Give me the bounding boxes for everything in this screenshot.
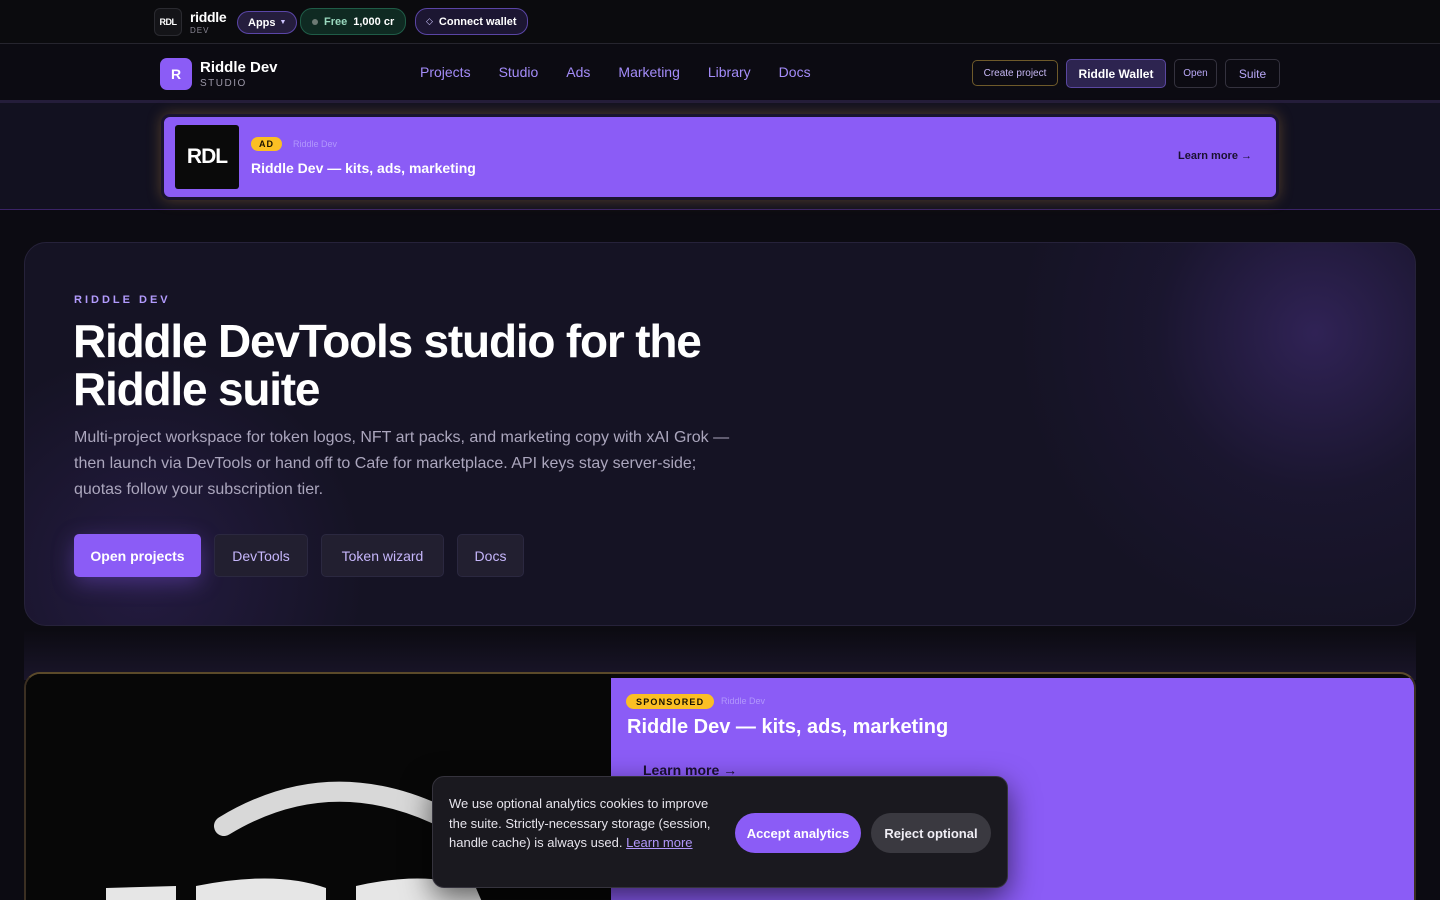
connect-wallet-label: Connect wallet	[438, 15, 517, 28]
hero-title: Riddle DevTools studio for the Riddle su…	[73, 315, 702, 415]
sponsored-title: Riddle Dev — kits, ads, marketing	[627, 716, 949, 738]
cookie-banner: We use optional analytics cookies to imp…	[432, 776, 1008, 888]
app-subtitle: STUDIO	[200, 78, 247, 89]
credits-badge[interactable]: Free 1,000 cr	[300, 8, 407, 35]
suite-brand-name: riddle	[190, 8, 227, 25]
suite-brand[interactable]: RDL riddle DEV	[154, 8, 227, 36]
nav-link-studio[interactable]: Studio	[499, 64, 539, 80]
app-logo[interactable]: R	[160, 58, 192, 90]
suite-brand-sub: DEV	[190, 25, 210, 35]
ad-banner[interactable]: RDL AD Riddle Dev Riddle Dev — kits, ads…	[161, 114, 1279, 200]
chevron-down-icon: ▼	[279, 19, 287, 26]
cookie-learn-more-link[interactable]: Learn more	[626, 835, 692, 850]
credits-plan-label: Free	[324, 15, 348, 28]
main-nav: R Riddle Dev STUDIO Projects Studio Ads …	[0, 45, 1440, 103]
nav-link-ads[interactable]: Ads	[566, 64, 590, 80]
open-button[interactable]: Open	[1174, 59, 1217, 88]
riddle-wallet-button[interactable]: Riddle Wallet	[1066, 59, 1166, 88]
connect-wallet-button[interactable]: ◇ Connect wallet	[415, 8, 528, 35]
hero-section: RIDDLE DEV Riddle DevTools studio for th…	[24, 242, 1416, 626]
token-wizard-button[interactable]: Token wizard	[321, 534, 444, 577]
ad-title: Riddle Dev — kits, ads, marketing	[251, 160, 476, 176]
open-projects-button[interactable]: Open projects	[74, 534, 201, 577]
apps-dropdown[interactable]: Apps ▼	[237, 11, 298, 34]
ad-source: Riddle Dev	[293, 139, 338, 149]
reject-optional-button[interactable]: Reject optional	[871, 813, 991, 853]
hero-eyebrow: RIDDLE DEV	[74, 294, 171, 306]
create-project-button[interactable]: Create project	[972, 60, 1058, 86]
devtools-button[interactable]: DevTools	[214, 534, 308, 577]
nav-link-projects[interactable]: Projects	[420, 64, 471, 80]
ad-tag: AD	[251, 137, 282, 151]
nav-link-docs[interactable]: Docs	[779, 64, 811, 80]
top-strip: RDL riddle DEV Apps ▼ Free 1,000 cr ◇ Co…	[0, 0, 1440, 44]
cookie-message: We use optional analytics cookies to imp…	[449, 794, 719, 853]
sponsored-tag: SPONSORED	[626, 694, 715, 709]
status-dot-icon	[312, 18, 318, 25]
suite-button[interactable]: Suite	[1225, 59, 1280, 88]
rdl-logo-icon: RDL	[175, 125, 239, 189]
sponsored-source: Riddle Dev	[721, 696, 766, 706]
hero-description: Multi-project workspace for token logos,…	[74, 429, 730, 498]
diamond-icon: ◇	[426, 16, 433, 26]
apps-label: Apps	[248, 16, 276, 29]
nav-links: Projects Studio Ads Marketing Library Do…	[420, 64, 811, 80]
rdl-logo-icon: RDL	[154, 8, 182, 36]
docs-button[interactable]: Docs	[457, 534, 524, 577]
ad-learn-more-link[interactable]: Learn more →	[1178, 150, 1252, 162]
app-name[interactable]: Riddle Dev	[200, 59, 278, 76]
accept-analytics-button[interactable]: Accept analytics	[735, 813, 861, 853]
nav-link-library[interactable]: Library	[708, 64, 751, 80]
nav-link-marketing[interactable]: Marketing	[618, 64, 679, 80]
credits-amount: 1,000 cr	[353, 15, 395, 28]
